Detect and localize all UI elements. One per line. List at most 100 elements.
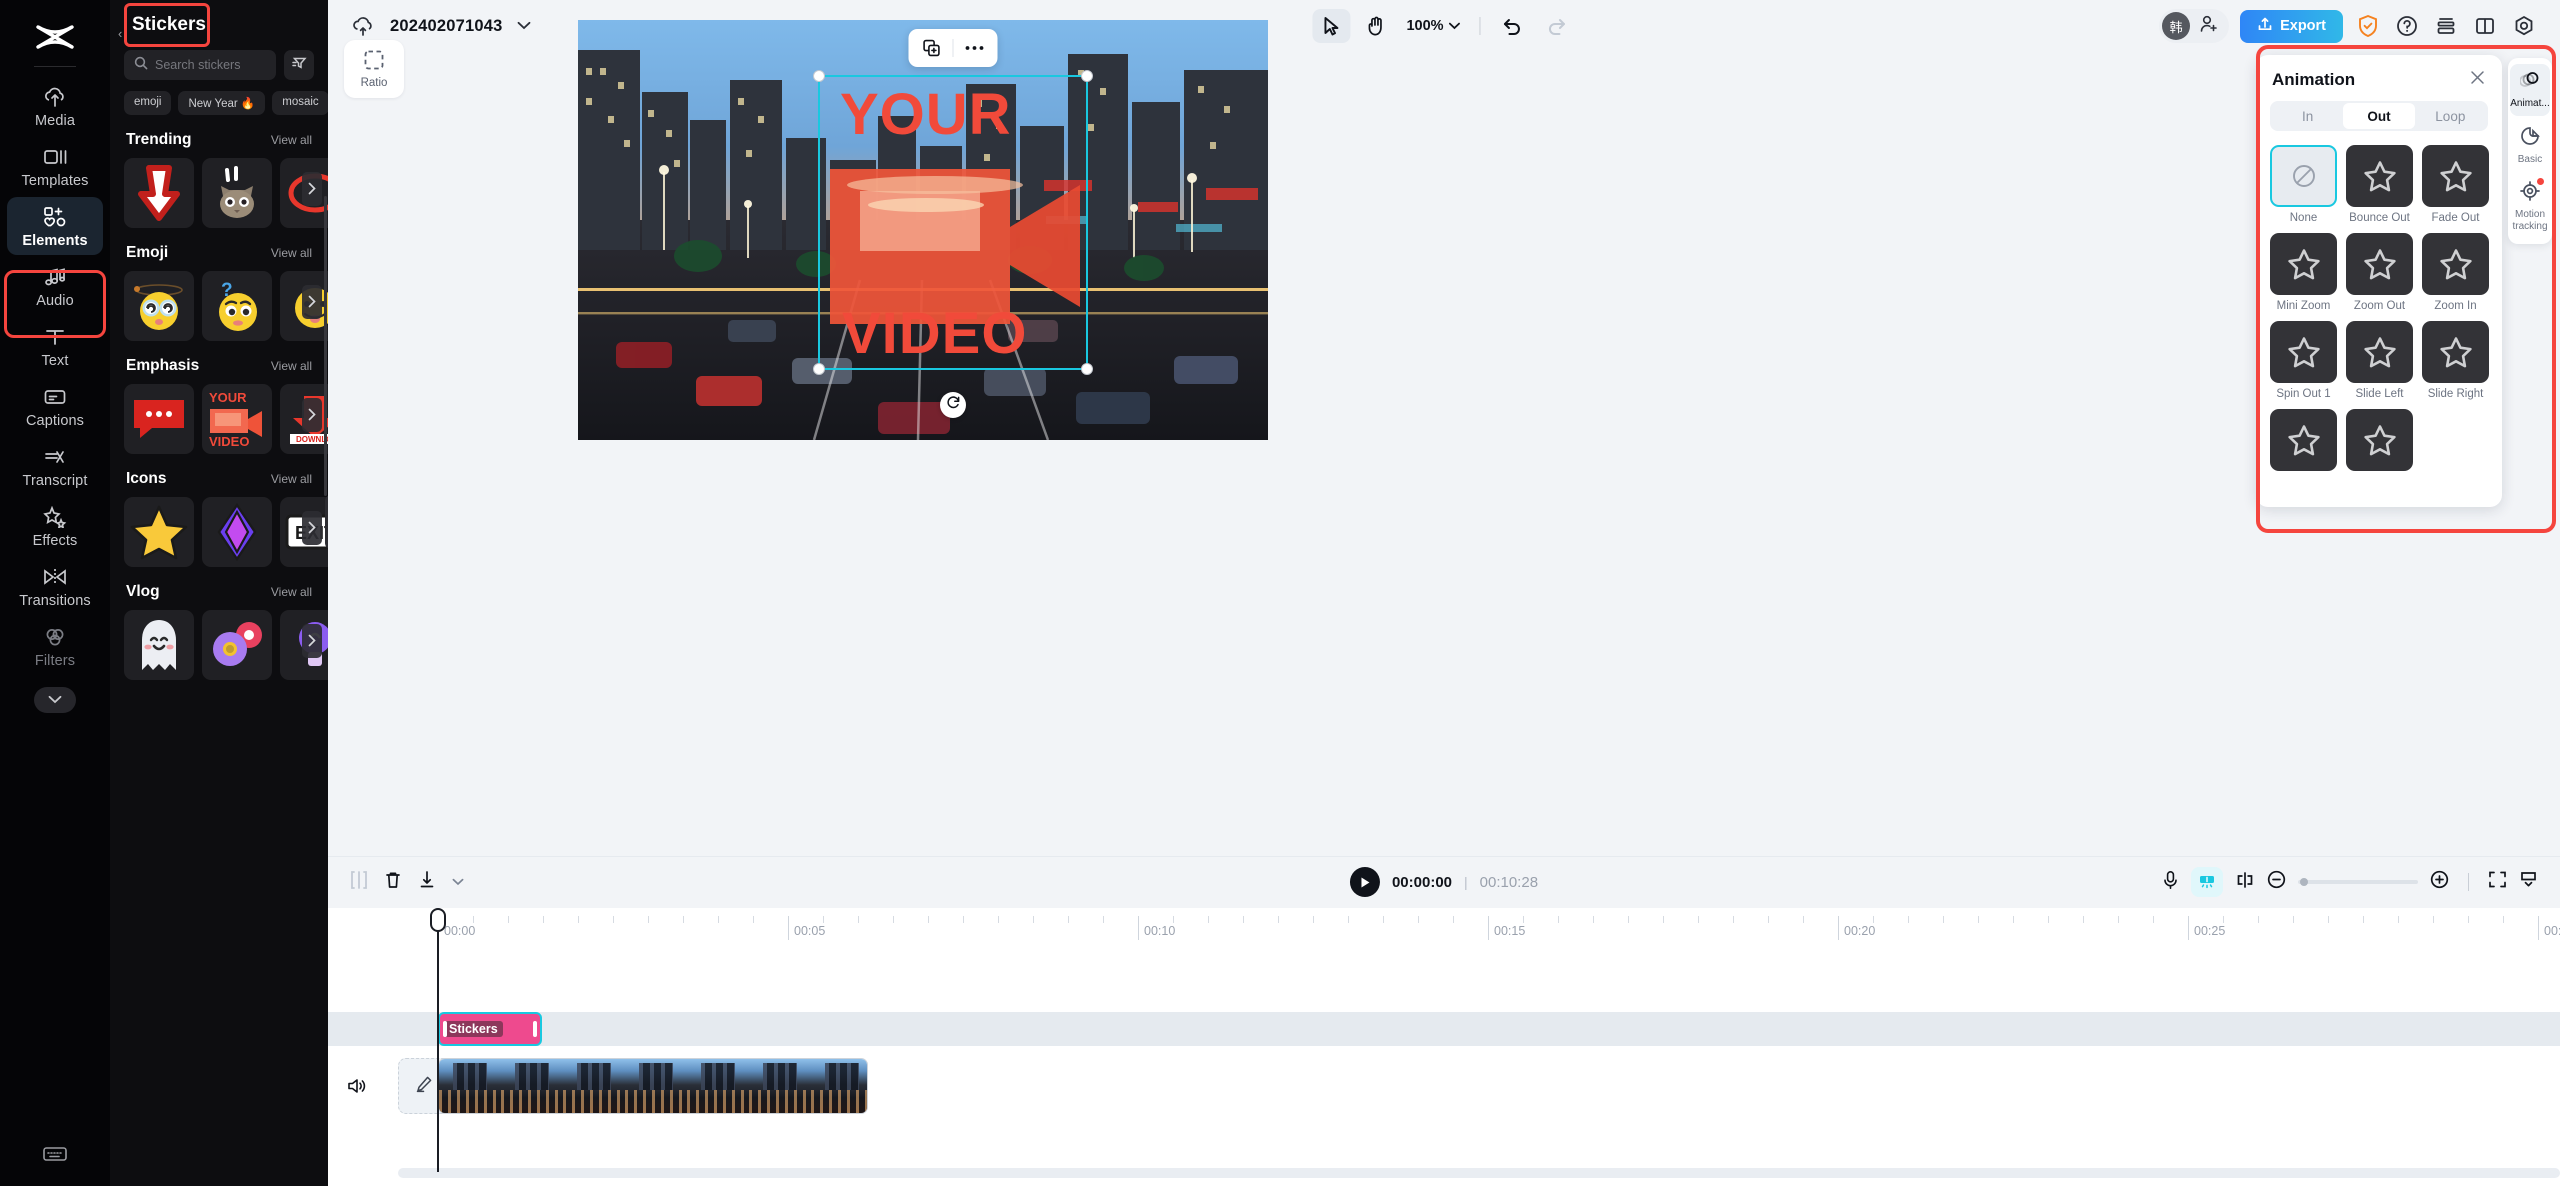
hand-tool-button[interactable] bbox=[1356, 9, 1394, 43]
auto-caption-button[interactable] bbox=[2191, 867, 2223, 897]
collaborators[interactable]: 韩 bbox=[2159, 9, 2229, 43]
right-item-animation[interactable]: Animat... bbox=[2510, 64, 2550, 116]
resize-handle-bottom-right[interactable] bbox=[1081, 363, 1093, 375]
preview-canvas[interactable]: YOUR VIDEO bbox=[578, 20, 1268, 440]
more-dots-icon[interactable] bbox=[958, 33, 992, 63]
slider-knob[interactable] bbox=[2300, 878, 2308, 886]
view-all-link[interactable]: View all bbox=[271, 585, 312, 599]
export-button[interactable]: Export bbox=[2240, 10, 2343, 43]
sticker-tile-gears[interactable] bbox=[202, 610, 272, 680]
project-name[interactable]: 202402071043 bbox=[390, 17, 503, 36]
sticker-tile-surprised-cat[interactable] bbox=[202, 158, 272, 228]
scroll-right-vlog[interactable] bbox=[302, 624, 322, 658]
settings-icon[interactable] bbox=[2510, 12, 2538, 40]
animation-option-mini-zoom[interactable]: Mini Zoom bbox=[2270, 233, 2337, 312]
scroll-right-emphasis[interactable] bbox=[302, 398, 322, 432]
resize-handle-top-left[interactable] bbox=[813, 70, 825, 82]
panel-back-icon[interactable]: ‹ bbox=[118, 26, 122, 41]
zoom-level-selector[interactable]: 100% bbox=[1400, 18, 1466, 34]
view-all-link[interactable]: View all bbox=[271, 246, 312, 260]
animation-option-slide-right[interactable]: Slide Right bbox=[2422, 321, 2489, 400]
split-layout-icon[interactable] bbox=[2471, 12, 2499, 40]
sidebar-item-effects[interactable]: Effects bbox=[7, 497, 103, 555]
animation-option-none[interactable]: None bbox=[2270, 145, 2337, 224]
panel-collapse-handle[interactable] bbox=[325, 495, 328, 549]
trash-icon[interactable] bbox=[384, 870, 402, 895]
resize-handle-top-right[interactable] bbox=[1081, 70, 1093, 82]
question-circle-icon[interactable] bbox=[2393, 12, 2421, 40]
sticker-tile-ghost[interactable] bbox=[124, 610, 194, 680]
undo-button[interactable] bbox=[1494, 9, 1532, 43]
redo-button[interactable] bbox=[1538, 9, 1576, 43]
sticker-tile-dizzy-face[interactable] bbox=[124, 271, 194, 341]
mirror-icon[interactable] bbox=[2235, 871, 2255, 894]
zoom-in-icon[interactable] bbox=[2430, 870, 2449, 894]
zoom-out-icon[interactable] bbox=[2267, 870, 2286, 894]
play-button[interactable] bbox=[1350, 867, 1380, 897]
chip-new-year[interactable]: New Year 🔥 bbox=[178, 91, 265, 115]
right-item-motion-tracking[interactable]: Motion tracking bbox=[2510, 175, 2550, 238]
sticker-tile-purple-gem[interactable] bbox=[202, 497, 272, 567]
sidebar-item-audio[interactable]: Audio bbox=[7, 257, 103, 315]
sticker-tile-thinking-face[interactable]: ? bbox=[202, 271, 272, 341]
scroll-right-trending[interactable] bbox=[302, 172, 322, 206]
tab-in[interactable]: In bbox=[2272, 103, 2343, 129]
chip-emoji[interactable]: emoji bbox=[124, 91, 171, 115]
add-user-icon[interactable] bbox=[2199, 14, 2219, 39]
resize-handle-bottom-left[interactable] bbox=[813, 363, 825, 375]
sidebar-item-templates[interactable]: Templates bbox=[7, 137, 103, 195]
sidebar-item-transitions[interactable]: Transitions bbox=[7, 557, 103, 615]
fit-to-screen-icon[interactable] bbox=[2488, 870, 2507, 894]
download-icon[interactable] bbox=[418, 870, 436, 895]
sidebar-item-filters[interactable]: Filters bbox=[7, 617, 103, 675]
shield-check-icon[interactable] bbox=[2354, 12, 2382, 40]
ratio-button[interactable]: Ratio bbox=[344, 40, 404, 98]
video-track[interactable] bbox=[328, 1058, 2560, 1114]
search-input[interactable] bbox=[155, 58, 266, 72]
collapse-track-icon[interactable] bbox=[2519, 870, 2538, 894]
close-icon[interactable] bbox=[2469, 69, 2486, 91]
sidebar-item-elements[interactable]: Elements bbox=[7, 197, 103, 255]
timeline-area[interactable]: 00:00 00:05 00:10 00:15 00:20 00:25 00:3… bbox=[328, 908, 2560, 1186]
scroll-right-emoji[interactable] bbox=[302, 285, 322, 319]
right-item-basic[interactable]: Basic bbox=[2510, 120, 2550, 172]
sticker-clip[interactable]: Stickers bbox=[438, 1012, 542, 1046]
view-all-link[interactable]: View all bbox=[271, 472, 312, 486]
animation-option-bounce-out[interactable]: Bounce Out bbox=[2346, 145, 2413, 224]
search-box[interactable] bbox=[124, 50, 276, 80]
duplicate-icon[interactable] bbox=[915, 33, 949, 63]
sidebar-item-captions[interactable]: Captions bbox=[7, 377, 103, 435]
view-all-link[interactable]: View all bbox=[271, 359, 312, 373]
timeline-zoom-slider[interactable] bbox=[2298, 880, 2418, 884]
sticker-track[interactable]: Stickers bbox=[328, 1012, 2560, 1046]
panel-scrollbar[interactable] bbox=[324, 196, 327, 496]
keyboard-shortcuts-button[interactable] bbox=[42, 1145, 68, 1168]
selection-box[interactable] bbox=[818, 75, 1088, 370]
sidebar-item-text[interactable]: Text bbox=[7, 317, 103, 375]
chip-mosaic[interactable]: mosaic bbox=[272, 91, 328, 115]
filter-button[interactable] bbox=[284, 50, 314, 80]
animation-option-slide-left[interactable]: Slide Left bbox=[2346, 321, 2413, 400]
avatar[interactable]: 韩 bbox=[2162, 12, 2190, 40]
animation-option-zoom-out[interactable]: Zoom Out bbox=[2346, 233, 2413, 312]
animation-option-zoom-in[interactable]: Zoom In bbox=[2422, 233, 2489, 312]
clip-trim-right[interactable] bbox=[533, 1021, 537, 1037]
playhead-handle[interactable] bbox=[430, 908, 446, 932]
layers-icon[interactable] bbox=[2432, 12, 2460, 40]
expand-more-button[interactable] bbox=[34, 687, 76, 713]
sticker-tile-yellow-star[interactable] bbox=[124, 497, 194, 567]
sticker-tile-speech-bubble[interactable] bbox=[124, 384, 194, 454]
select-tool-button[interactable] bbox=[1312, 9, 1350, 43]
timeline-scrollbar[interactable] bbox=[398, 1168, 2560, 1178]
tab-out[interactable]: Out bbox=[2343, 103, 2414, 129]
split-icon[interactable] bbox=[350, 870, 368, 895]
animation-option-spin-out-1[interactable]: Spin Out 1 bbox=[2270, 321, 2337, 400]
scroll-right-icons[interactable] bbox=[302, 511, 322, 545]
sidebar-item-media[interactable]: Media bbox=[7, 77, 103, 135]
chevron-down-icon[interactable] bbox=[452, 873, 464, 891]
animation-option-row4-2[interactable] bbox=[2346, 409, 2413, 476]
video-clip[interactable] bbox=[438, 1058, 868, 1114]
timeline-ruler[interactable]: 00:00 00:05 00:10 00:15 00:20 00:25 00:3… bbox=[328, 908, 2560, 948]
project-dropdown-icon[interactable] bbox=[517, 17, 531, 35]
tab-loop[interactable]: Loop bbox=[2415, 103, 2486, 129]
